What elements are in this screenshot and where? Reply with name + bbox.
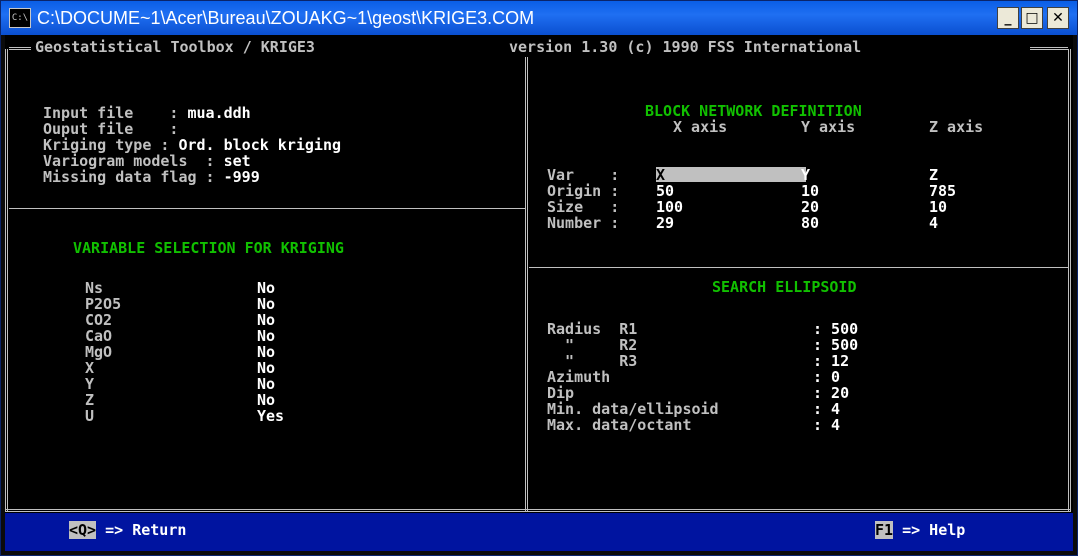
header-border-left: [9, 47, 31, 50]
x-axis-header: X axis: [673, 118, 728, 136]
missing-data-row: Missing data flag : -999: [43, 169, 260, 185]
search-ellipsoid-title: SEARCH ELLIPSOID: [712, 278, 857, 296]
search-row-value[interactable]: : 500: [813, 337, 858, 353]
middle-frame-border: [525, 57, 528, 511]
block-x-value[interactable]: 50: [656, 183, 674, 199]
variable-selection-value[interactable]: No: [257, 344, 275, 360]
block-network-title: BLOCK NETWORK DEFINITION: [645, 102, 862, 120]
block-row-label: Number :: [547, 214, 629, 232]
console-screen[interactable]: Geostatistical Toolbox / KRIGE3 version …: [5, 35, 1073, 551]
missing-data-label: Missing data flag :: [43, 168, 224, 186]
console-app-icon[interactable]: C:\: [9, 8, 31, 28]
block-row-label: Origin :: [547, 182, 629, 200]
kriging-type-row: Kriging type : Ord. block kriging: [43, 137, 341, 153]
left-frame-border: [5, 49, 8, 511]
close-button[interactable]: ✕: [1047, 7, 1069, 29]
search-row-label: Max. data/octant: [547, 416, 692, 434]
variable-selection-value[interactable]: Yes: [257, 408, 284, 424]
variable-name: Z: [85, 391, 95, 409]
variable-name: X: [85, 359, 95, 377]
block-row-label: Var :: [547, 166, 629, 184]
variable-name: U: [85, 407, 95, 425]
right-frame-border: [1068, 49, 1071, 511]
variable-selection-value[interactable]: No: [257, 376, 275, 392]
block-y-value[interactable]: 20: [801, 199, 819, 215]
variable-selection-value[interactable]: No: [257, 328, 275, 344]
right-section-divider: [529, 267, 1069, 268]
status-bar: <Q> => Return F1 => Help: [5, 513, 1073, 551]
help-text: => Help: [893, 521, 966, 539]
variable-name: CaO: [85, 327, 113, 345]
block-z-value[interactable]: 10: [929, 199, 947, 215]
block-z-value[interactable]: Z: [929, 167, 938, 183]
header-border-right: [1030, 47, 1068, 50]
variable-selection-title: VARIABLE SELECTION FOR KRIGING: [73, 239, 344, 257]
variable-selection-value[interactable]: No: [257, 392, 275, 408]
variable-selection-value[interactable]: No: [257, 312, 275, 328]
help-hint[interactable]: F1 => Help: [875, 521, 966, 539]
variable-selection-value[interactable]: No: [257, 296, 275, 312]
minimize-icon: _: [1004, 10, 1012, 26]
var-x-input-highlight[interactable]: [656, 167, 806, 182]
console-window: C:\ C:\DOCUME~1\Acer\Bureau\ZOUAKG~1\geo…: [0, 0, 1078, 556]
search-row-value[interactable]: : 0: [813, 369, 840, 385]
variable-name: P2O5: [85, 295, 122, 313]
search-row-label: Radius R1: [547, 320, 638, 338]
block-x-value[interactable]: 100: [656, 199, 683, 215]
minimize-button[interactable]: _: [997, 7, 1019, 29]
window-title: C:\DOCUME~1\Acer\Bureau\ZOUAKG~1\geost\K…: [37, 8, 535, 28]
search-row-value[interactable]: : 4: [813, 401, 840, 417]
variable-name: CO2: [85, 311, 113, 329]
search-row-value[interactable]: : 4: [813, 417, 840, 433]
block-x-value[interactable]: 29: [656, 215, 674, 231]
block-row-label: Size :: [547, 198, 629, 216]
left-section-divider: [9, 208, 525, 209]
return-hint[interactable]: <Q> => Return: [69, 521, 187, 539]
variable-name: Ns: [85, 279, 104, 297]
header-right-text: version 1.30 (c) 1990 FSS International: [509, 38, 862, 56]
variable-name: Y: [85, 375, 95, 393]
search-row-label: " R2: [547, 336, 638, 354]
input-file-value[interactable]: mua.ddh: [188, 104, 251, 122]
z-axis-header: Z axis: [929, 118, 984, 136]
block-y-value[interactable]: 10: [801, 183, 819, 199]
variable-selection-value[interactable]: No: [257, 280, 275, 296]
search-row-label: " R3: [547, 352, 638, 370]
search-row-value[interactable]: : 500: [813, 321, 858, 337]
variable-name: MgO: [85, 343, 113, 361]
return-key: <Q>: [69, 521, 97, 539]
bottom-frame-border: [5, 509, 1071, 512]
variogram-models-row: Variogram models : set: [43, 153, 251, 169]
header-left-text: Geostatistical Toolbox / KRIGE3: [35, 38, 315, 56]
missing-data-value[interactable]: -999: [224, 168, 260, 186]
search-row-value[interactable]: : 12: [813, 353, 849, 369]
output-file-row: Ouput file :: [43, 121, 178, 137]
block-y-value[interactable]: Y: [801, 167, 810, 183]
y-axis-header: Y axis: [801, 118, 856, 136]
search-row-label: Min. data/ellipsoid: [547, 400, 719, 418]
maximize-button[interactable]: □: [1021, 7, 1043, 29]
close-icon: ✕: [1052, 10, 1064, 26]
title-bar[interactable]: C:\ C:\DOCUME~1\Acer\Bureau\ZOUAKG~1\geo…: [1, 1, 1077, 35]
help-key: F1: [875, 521, 894, 539]
variable-selection-value[interactable]: No: [257, 360, 275, 376]
block-z-value[interactable]: 4: [929, 215, 938, 231]
block-z-value[interactable]: 785: [929, 183, 956, 199]
search-row-label: Dip: [547, 384, 575, 402]
search-row-value[interactable]: : 20: [813, 385, 849, 401]
block-x-value[interactable]: X: [656, 167, 665, 183]
input-file-row: Input file : mua.ddh: [43, 105, 251, 121]
return-text: => Return: [96, 521, 187, 539]
search-row-label: Azimuth: [547, 368, 611, 386]
maximize-icon: □: [1025, 10, 1039, 26]
block-y-value[interactable]: 80: [801, 215, 819, 231]
